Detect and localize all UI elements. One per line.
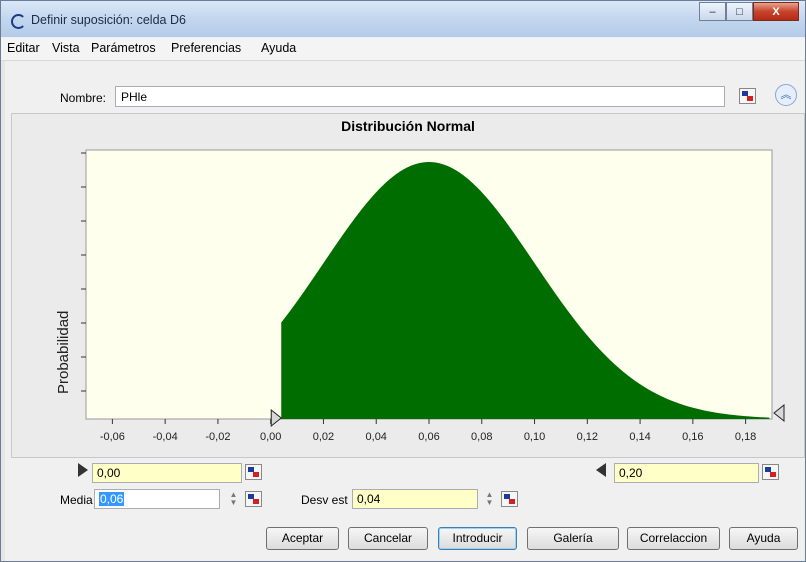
app-logo-icon: [11, 14, 26, 29]
maximize-button[interactable]: □: [726, 2, 753, 21]
std-dev-label: Desv est: [301, 493, 348, 507]
lower-bound-ref-button[interactable]: [245, 464, 262, 480]
upper-bound-ref-button[interactable]: [762, 464, 779, 480]
define-assumption-window: Definir suposición: celda D6 – □ X Edita…: [0, 0, 806, 562]
cancel-button[interactable]: Cancelar: [348, 527, 428, 550]
correlation-button[interactable]: Correlaccion: [627, 527, 720, 550]
mean-label: Media: [60, 493, 93, 507]
x-tick-label: 0,18: [735, 431, 756, 443]
chart-panel: Distribución Normal Probabilidad -0,06 -0…: [11, 113, 805, 458]
menu-preferencias[interactable]: Preferencias: [171, 41, 241, 55]
x-tick-label: 0,10: [524, 431, 545, 443]
mean-ref-button[interactable]: [245, 491, 262, 507]
std-dev-input[interactable]: 0,04: [352, 489, 478, 509]
gallery-button[interactable]: Galería: [527, 527, 619, 550]
name-row: Nombre: PHle ︽: [1, 61, 805, 112]
name-label: Nombre:: [60, 91, 107, 105]
std-dev-spinner[interactable]: ▲ ▼: [485, 491, 494, 509]
x-tick-label: 0,04: [366, 431, 387, 443]
distribution-chart[interactable]: -0,06 -0,04 -0,02 0,00 0,02 0,04 0,06 0,08 0,10 0…: [12, 114, 804, 457]
x-tick-label: 0,00: [260, 431, 281, 443]
x-tick-label: -0,02: [205, 431, 230, 443]
window-title: Definir suposición: celda D6: [31, 13, 186, 27]
cell-reference-button[interactable]: [739, 88, 756, 104]
x-tick-label: 0,02: [313, 431, 334, 443]
enter-button[interactable]: Introducir: [438, 527, 517, 550]
x-tick-label: -0,06: [100, 431, 125, 443]
minimize-button[interactable]: –: [699, 2, 726, 21]
x-tick-label: 0,08: [471, 431, 492, 443]
x-tick-label: 0,12: [577, 431, 598, 443]
menu-parametros[interactable]: Parámetros: [91, 41, 156, 55]
mean-spinner[interactable]: ▲ ▼: [229, 491, 238, 509]
menu-ayuda[interactable]: Ayuda: [261, 41, 296, 55]
upper-bound-input[interactable]: 0,20: [614, 463, 759, 483]
name-input[interactable]: PHle: [115, 86, 725, 107]
std-dev-ref-button[interactable]: [501, 491, 518, 507]
mean-input[interactable]: 0,06: [94, 489, 220, 509]
x-tick-label: 0,06: [418, 431, 439, 443]
help-button[interactable]: Ayuda: [729, 527, 798, 550]
accept-button[interactable]: Aceptar: [266, 527, 339, 550]
close-button[interactable]: X: [753, 2, 799, 21]
lower-bound-arrow-icon: [78, 463, 88, 477]
menu-bar: Editar Vista Parámetros Preferencias Ayu…: [1, 38, 805, 61]
menu-editar[interactable]: Editar: [7, 41, 40, 55]
x-tick-label: 0,14: [629, 431, 650, 443]
upper-bound-arrow-icon: [596, 463, 606, 477]
x-tick-label: 0,16: [682, 431, 703, 443]
lower-bound-input[interactable]: 0,00: [92, 463, 242, 483]
menu-vista[interactable]: Vista: [52, 41, 80, 55]
collapse-chevron-icon[interactable]: ︽: [775, 84, 797, 106]
x-tick-label: -0,04: [153, 431, 178, 443]
window-edge: [1, 61, 5, 561]
title-bar[interactable]: Definir suposición: celda D6 – □ X: [1, 1, 805, 37]
upper-bound-grabber-icon: [773, 403, 785, 423]
